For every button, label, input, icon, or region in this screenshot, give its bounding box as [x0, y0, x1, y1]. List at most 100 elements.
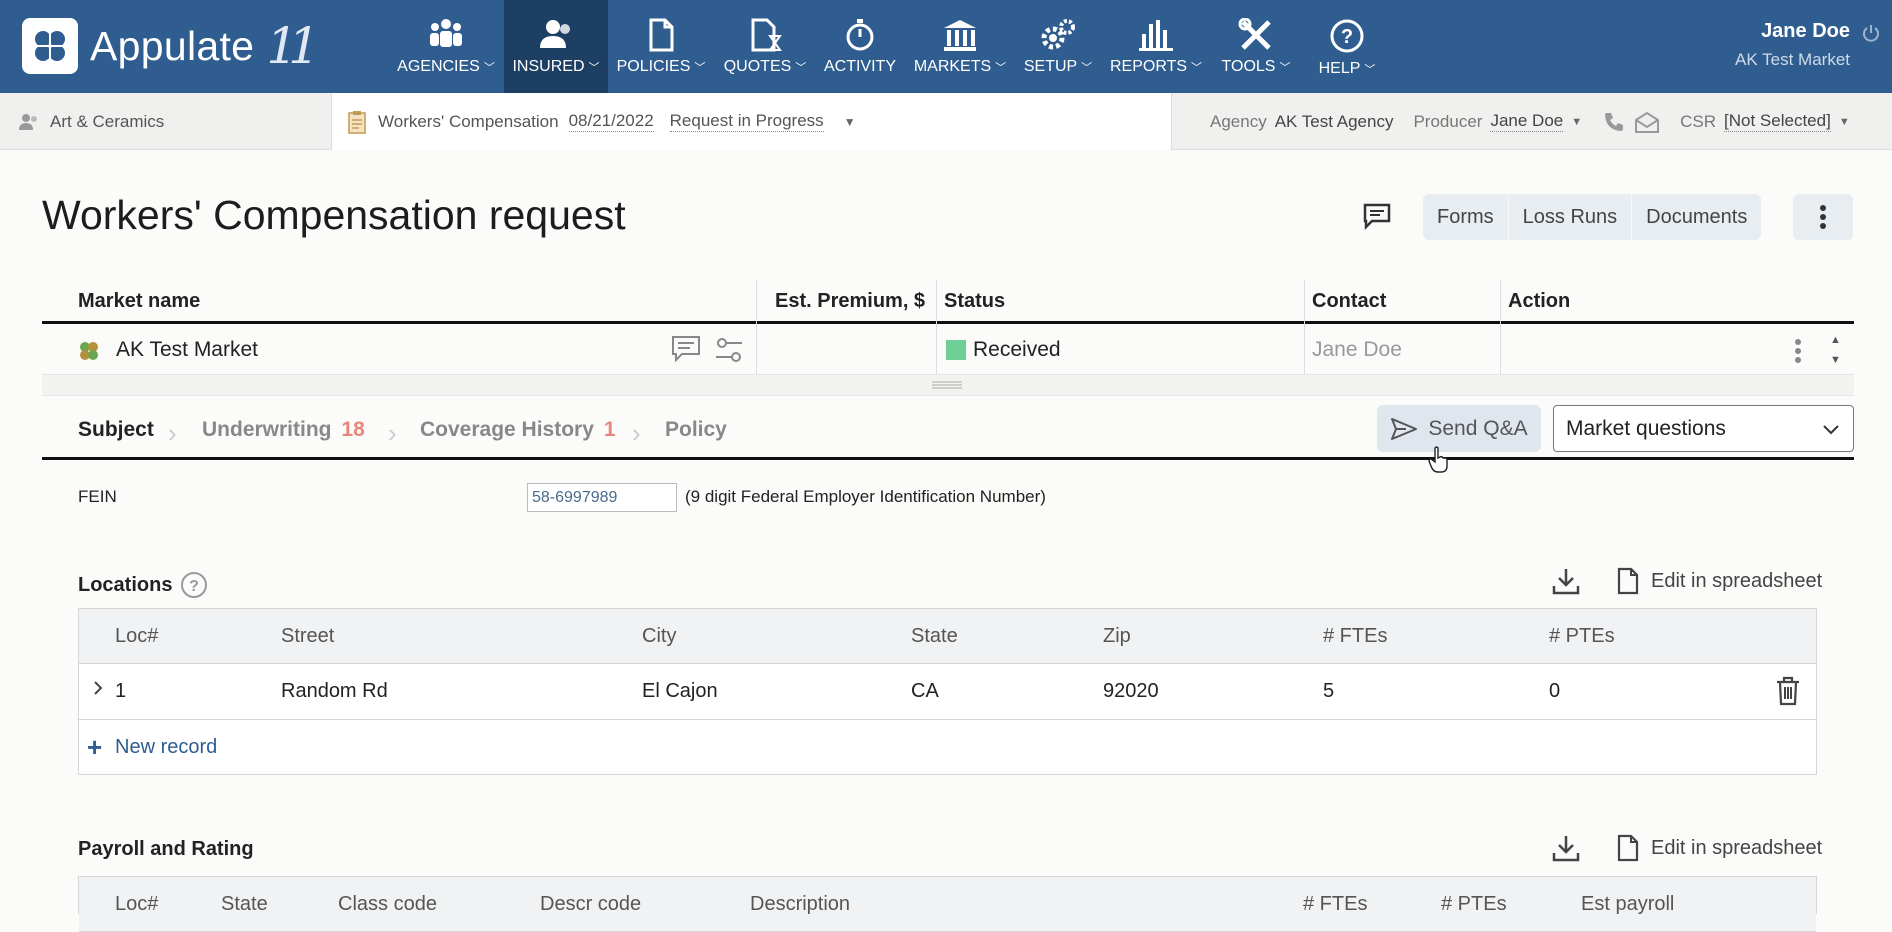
loss-runs-button[interactable]: Loss Runs — [1508, 194, 1633, 240]
svg-text:?: ? — [1341, 26, 1353, 48]
pane-splitter[interactable] — [42, 374, 1854, 396]
people-group-icon — [430, 19, 462, 47]
row-menu-button[interactable] — [1794, 338, 1802, 364]
chevron-down-icon: ﹀ — [1081, 62, 1093, 74]
download-icon[interactable] — [1551, 833, 1581, 863]
chevron-down-icon — [1823, 425, 1839, 435]
market-questions-select[interactable]: Market questions — [1553, 405, 1854, 452]
nav-setup[interactable]: SETUP ﹀ — [1022, 0, 1094, 93]
bank-icon — [944, 20, 976, 51]
hand-cursor-icon — [1428, 446, 1450, 474]
nav-help[interactable]: ? HELP ﹀ — [1314, 0, 1380, 93]
help-circle-icon[interactable]: ? — [180, 571, 208, 599]
new-record-label: New record — [115, 736, 218, 758]
document-icon — [649, 18, 674, 52]
messages-icon[interactable] — [670, 334, 704, 366]
column-action: Action — [1508, 290, 1571, 312]
table-row[interactable]: 1 Random Rd El Cajon CA 92020 5 0 — [79, 664, 1816, 720]
nav-insured[interactable]: INSURED ﹀ — [504, 0, 608, 93]
payroll-actions: Edit in spreadsheet — [1551, 833, 1822, 863]
column-state: State — [911, 625, 958, 647]
forms-button[interactable]: Forms — [1423, 194, 1509, 240]
producer-caret-icon[interactable]: ▼ — [1571, 116, 1582, 128]
edit-in-spreadsheet-link[interactable]: Edit in spreadsheet — [1651, 570, 1822, 593]
nav-tools[interactable]: TOOLS ﹀ — [1218, 0, 1294, 93]
fein-input[interactable] — [527, 483, 677, 512]
spreadsheet-file-icon — [1617, 834, 1639, 862]
settings-sliders-icon[interactable] — [714, 335, 744, 365]
email-icon[interactable] — [1634, 110, 1660, 134]
top-navigation-bar: Appulate 11 AGENCIES ﹀ INSURED ﹀ POLICIES ﹀… — [0, 0, 1892, 93]
market-status: Received — [973, 338, 1061, 361]
locations-section-title: Locations ? — [78, 571, 208, 599]
producer-select[interactable]: Jane Doe — [1490, 111, 1564, 132]
person-icon — [540, 20, 570, 48]
app-logo[interactable]: Appulate 11 — [22, 17, 320, 75]
context-bar: Art & Ceramics Workers' Compensation 08/… — [0, 93, 1892, 150]
nav-label: MARKETS — [913, 58, 992, 75]
nav-policies[interactable]: POLICIES ﹀ — [614, 0, 708, 93]
column-street: Street — [281, 625, 335, 647]
scroll-down-icon[interactable]: ▼ — [1830, 350, 1841, 370]
nav-quotes[interactable]: QUOTES ﹀ — [721, 0, 809, 93]
nav-reports[interactable]: REPORTS ﹀ — [1110, 0, 1202, 93]
download-icon[interactable] — [1551, 566, 1581, 596]
policy-status[interactable]: Request in Progress — [669, 111, 824, 132]
nav-label: POLICIES — [616, 58, 691, 75]
market-name[interactable]: AK Test Market — [116, 338, 258, 362]
tab-subject[interactable]: Subject — [78, 418, 154, 442]
tab-coverage-history[interactable]: Coverage History 1 — [420, 418, 616, 442]
drag-handle-icon[interactable] — [932, 381, 962, 389]
scroll-up-icon[interactable]: ▲ — [1830, 330, 1841, 350]
tab-label: Subject — [78, 418, 154, 441]
nav-activity[interactable]: ACTIVITY — [820, 0, 900, 93]
nav-markets[interactable]: MARKETS ﹀ — [910, 0, 1010, 93]
policy-breadcrumb: Workers' Compensation 08/21/2022 Request… — [332, 93, 1172, 150]
tab-policy[interactable]: Policy — [665, 418, 727, 442]
csr-select[interactable]: [Not Selected] — [1724, 111, 1831, 132]
policy-type: Workers' Compensation — [378, 111, 559, 131]
send-qa-button[interactable]: Send Q&A — [1377, 405, 1541, 452]
tab-underwriting[interactable]: Underwriting 18 — [202, 418, 365, 442]
column-market-name: Market name — [78, 290, 201, 312]
market-contact[interactable]: Jane Doe — [1312, 338, 1402, 362]
logout-power-icon[interactable] — [1862, 24, 1880, 42]
chevron-down-icon: ﹀ — [483, 62, 495, 74]
new-record-button[interactable]: + New record — [79, 720, 1816, 774]
edit-in-spreadsheet-link[interactable]: Edit in spreadsheet — [1651, 837, 1822, 860]
csr-label: CSR — [1680, 111, 1717, 131]
insured-breadcrumb[interactable]: Art & Ceramics — [0, 93, 332, 150]
user-menu[interactable]: Jane Doe AK Test Market — [1735, 20, 1850, 70]
column-descr-code: Descr code — [540, 893, 642, 915]
locations-table: Loc# Street City State Zip # FTEs # PTEs… — [78, 608, 1817, 775]
delete-trash-icon[interactable] — [1775, 676, 1801, 706]
chevron-down-icon: ﹀ — [1191, 62, 1203, 74]
cell-loc: 1 — [115, 680, 127, 702]
send-icon — [1391, 417, 1418, 440]
payroll-section-title: Payroll and Rating — [78, 838, 254, 861]
tab-count-badge: 18 — [341, 418, 365, 441]
csr-caret-icon[interactable]: ▼ — [1839, 116, 1850, 128]
nav-label: TOOLS — [1221, 58, 1276, 75]
expand-chevron-icon[interactable] — [91, 678, 105, 698]
nav-label: AGENCIES — [397, 58, 480, 75]
tab-count-badge: 1 — [603, 418, 616, 441]
phone-icon[interactable] — [1602, 110, 1626, 134]
status-indicator — [946, 340, 966, 360]
locations-title: Locations — [78, 573, 173, 596]
tab-label: Policy — [665, 418, 727, 441]
chevron-down-icon: ﹀ — [795, 62, 807, 74]
bar-chart-icon — [1139, 20, 1173, 51]
more-options-button[interactable] — [1793, 194, 1853, 240]
market-row[interactable]: AK Test Market Received Jane Doe — [42, 324, 1854, 374]
clover-logo-icon — [22, 18, 78, 74]
table-scrollbar[interactable]: ▲ ▼ — [1830, 330, 1841, 370]
cell-city: El Cajon — [642, 680, 718, 702]
documents-button[interactable]: Documents — [1632, 194, 1762, 240]
nav-agencies[interactable]: AGENCIES ﹀ — [393, 0, 499, 93]
policy-date[interactable]: 08/21/2022 — [568, 111, 654, 132]
status-dropdown-caret-icon[interactable]: ▼ — [844, 115, 856, 129]
nav-label: INSURED — [512, 58, 585, 75]
comment-icon[interactable] — [1362, 202, 1392, 230]
send-qa-label: Send Q&A — [1428, 416, 1528, 440]
